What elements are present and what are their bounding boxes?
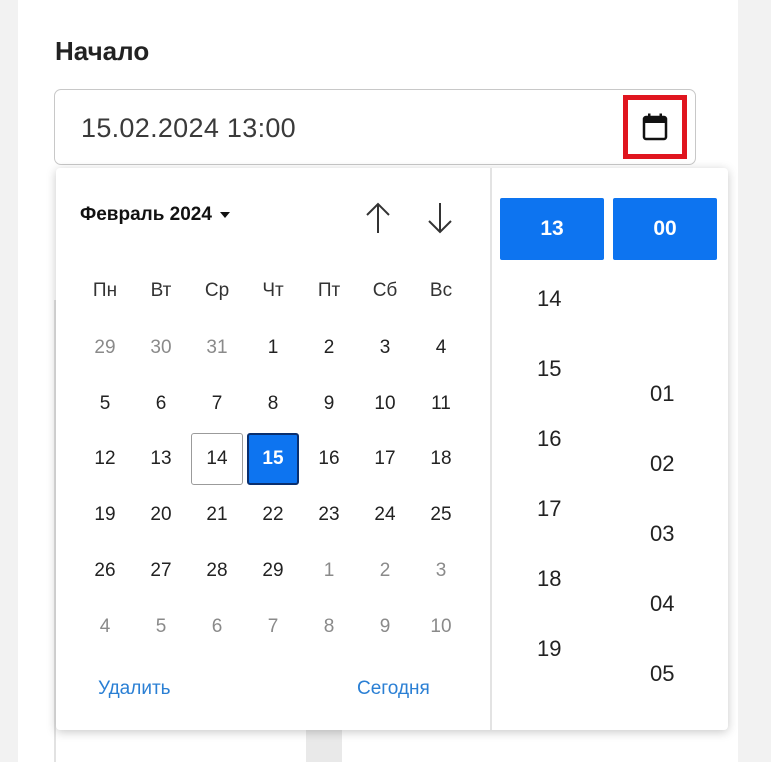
field-label: Начало <box>55 36 150 66</box>
weekday-label: Пн <box>92 280 118 301</box>
day-cell[interactable]: 4 <box>79 601 131 653</box>
caret-down-icon[interactable] <box>219 211 230 218</box>
minute-option[interactable]: 01 <box>650 381 754 407</box>
weekday-label: Ср <box>204 280 230 301</box>
day-cell[interactable]: 28 <box>191 545 243 597</box>
day-cell-selected[interactable]: 15 <box>247 433 299 485</box>
weekday-label: Вт <box>150 280 172 301</box>
day-cell[interactable]: 3 <box>359 322 411 374</box>
day-cell[interactable]: 18 <box>415 433 467 485</box>
calendar-icon <box>642 113 668 141</box>
day-cell[interactable]: 2 <box>303 322 355 374</box>
hour-option-selected[interactable]: 13 <box>500 198 604 260</box>
day-cell[interactable]: 8 <box>247 378 299 430</box>
weekday-label: Сб <box>372 280 398 301</box>
day-cell[interactable]: 22 <box>247 489 299 541</box>
weekday-label: Пт <box>317 280 341 301</box>
day-cell[interactable]: 23 <box>303 489 355 541</box>
day-cell[interactable]: 24 <box>359 489 411 541</box>
day-cell-today[interactable]: 14 <box>191 433 243 485</box>
day-cell[interactable]: 1 <box>247 322 299 374</box>
day-cell[interactable]: 9 <box>359 601 411 653</box>
month-year-selector[interactable]: Февраль 2024 <box>80 204 230 226</box>
day-cell[interactable]: 10 <box>415 601 467 653</box>
minute-option[interactable]: 04 <box>650 591 754 617</box>
day-cell[interactable]: 29 <box>79 322 131 374</box>
day-cell[interactable]: 13 <box>135 433 187 485</box>
day-cell[interactable]: 17 <box>359 433 411 485</box>
clear-button[interactable]: Удалить <box>98 678 171 700</box>
minute-option[interactable]: 05 <box>650 661 754 687</box>
day-cell[interactable]: 12 <box>79 433 131 485</box>
panel-divider <box>490 168 492 730</box>
day-cell[interactable]: 31 <box>191 322 243 374</box>
minute-option[interactable]: 02 <box>650 451 754 477</box>
minute-option-selected[interactable]: 00 <box>613 198 717 260</box>
minute-column[interactable]: 00 01 02 03 04 05 <box>613 168 719 730</box>
day-cell[interactable]: 6 <box>135 378 187 430</box>
day-cell[interactable]: 26 <box>79 545 131 597</box>
day-cell[interactable]: 29 <box>247 545 299 597</box>
arrow-up-icon <box>366 202 390 233</box>
day-cell[interactable]: 8 <box>303 601 355 653</box>
day-cell[interactable]: 2 <box>359 545 411 597</box>
previous-month-button[interactable] <box>356 196 400 240</box>
day-cell[interactable]: 16 <box>303 433 355 485</box>
day-cell[interactable]: 3 <box>415 545 467 597</box>
day-cell[interactable]: 9 <box>303 378 355 430</box>
day-cell[interactable]: 1 <box>303 545 355 597</box>
calendar-section: Февраль 2024 Пн Вт Ср Чт Пт Сб Вс 29 30 … <box>56 168 490 730</box>
calendar-toggle-button[interactable] <box>623 95 687 159</box>
day-cell[interactable]: 27 <box>135 545 187 597</box>
next-month-button[interactable] <box>418 196 462 240</box>
hour-column[interactable]: 13 14 15 16 17 18 19 <box>500 168 606 730</box>
day-cell[interactable]: 7 <box>191 378 243 430</box>
day-cell[interactable]: 30 <box>135 322 187 374</box>
day-cell[interactable]: 25 <box>415 489 467 541</box>
day-cell[interactable]: 5 <box>135 601 187 653</box>
day-cell[interactable]: 20 <box>135 489 187 541</box>
day-cell[interactable]: 6 <box>191 601 243 653</box>
day-cell[interactable]: 7 <box>247 601 299 653</box>
datetime-input[interactable]: 15.02.2024 13:00 <box>54 89 696 165</box>
datetime-input-value[interactable]: 15.02.2024 13:00 <box>81 113 296 144</box>
day-cell[interactable]: 21 <box>191 489 243 541</box>
minute-option[interactable]: 03 <box>650 521 754 547</box>
day-cell[interactable]: 4 <box>415 322 467 374</box>
day-cell[interactable]: 5 <box>79 378 131 430</box>
day-cell[interactable]: 11 <box>415 378 467 430</box>
month-year-label[interactable]: Февраль 2024 <box>80 204 212 225</box>
today-button[interactable]: Сегодня <box>357 678 430 700</box>
arrow-down-icon <box>428 203 452 234</box>
weekday-label: Вс <box>429 280 453 301</box>
datetime-picker-popup: Февраль 2024 Пн Вт Ср Чт Пт Сб Вс 29 30 … <box>56 168 728 730</box>
day-cell[interactable]: 19 <box>79 489 131 541</box>
background-scrollbar <box>306 730 342 762</box>
day-cell[interactable]: 10 <box>359 378 411 430</box>
weekday-label: Чт <box>262 280 284 301</box>
